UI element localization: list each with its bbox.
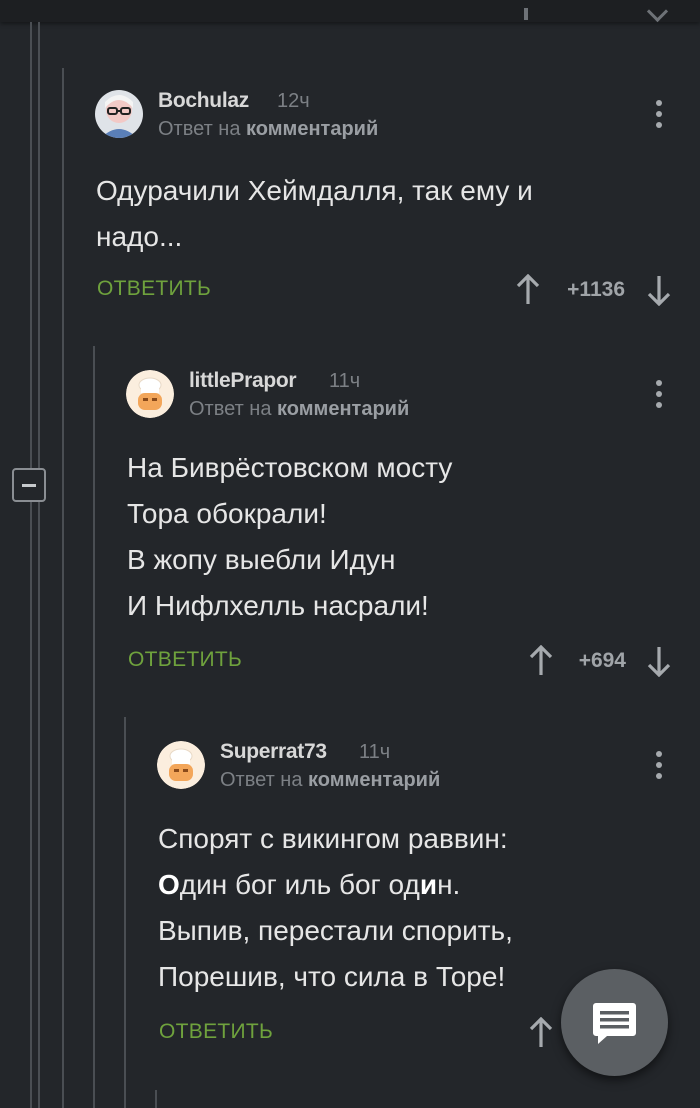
reply-target-link[interactable]: комментарий: [277, 398, 409, 420]
comment-line: Одурачили Хеймдалля, так ему и: [96, 175, 533, 206]
default-cook-avatar-icon: [126, 370, 174, 418]
comment-line: надо...: [96, 221, 183, 252]
downvote-arrow-icon[interactable]: [646, 274, 672, 306]
reply-to-line: Ответ на комментарий: [158, 118, 378, 141]
comment-line: Порешив, что сила в Торе!: [158, 961, 506, 992]
thread-line: [38, 22, 40, 468]
comment-line: В жопу выебли Идун: [127, 544, 396, 575]
comment-score: +1136: [567, 278, 625, 301]
more-options-icon[interactable]: [656, 751, 662, 784]
previous-comment-footer: [0, 0, 700, 23]
comment-body: Одурачили Хеймдалля, так ему и надо...: [96, 168, 533, 260]
reply-target-link[interactable]: комментарий: [308, 769, 440, 791]
comment-line: На Биврёстовском мосту: [127, 452, 453, 483]
comment-line: Спорят с викингом раввин:: [158, 823, 508, 854]
thread-line: [155, 1090, 157, 1108]
comment-body: На Биврёстовском мосту Тора обокрали! В …: [127, 445, 452, 629]
downvote-arrow-icon[interactable]: [646, 645, 672, 677]
comment-time: 11ч: [359, 741, 391, 763]
comment: littlePrapor 11ч Ответ на комментарий На…: [126, 369, 676, 680]
reply-button[interactable]: ОТВЕТИТЬ: [159, 1020, 273, 1044]
reply-prefix: Ответ на: [158, 118, 241, 140]
avatar[interactable]: [157, 741, 205, 789]
upvote-arrow-icon[interactable]: [528, 645, 554, 677]
thread-line: [30, 502, 32, 1108]
write-comment-button[interactable]: [561, 969, 668, 1076]
downvote-icon-partial[interactable]: [646, 0, 669, 23]
user-photo-avatar-icon: [95, 90, 143, 138]
upvote-icon-partial[interactable]: [524, 8, 528, 20]
default-cook-avatar-icon: [157, 741, 205, 789]
comment-time: 12ч: [277, 90, 310, 112]
thread-line: [38, 502, 40, 1108]
reply-button[interactable]: ОТВЕТИТЬ: [128, 648, 242, 672]
comment-author[interactable]: littlePrapor: [189, 369, 297, 393]
reply-to-line: Ответ на комментарий: [220, 769, 440, 792]
upvote-arrow-icon[interactable]: [515, 274, 541, 306]
comment-icon: [593, 1003, 636, 1044]
reply-target-link[interactable]: комментарий: [246, 118, 378, 140]
avatar[interactable]: [126, 370, 174, 418]
comment-author[interactable]: Superrat73: [220, 740, 327, 764]
more-options-icon[interactable]: [656, 100, 662, 133]
avatar[interactable]: [95, 90, 143, 138]
comment-author[interactable]: Bochulaz: [158, 89, 249, 113]
comment-time: 11ч: [329, 370, 361, 392]
upvote-arrow-icon[interactable]: [528, 1017, 554, 1049]
comment-score: +694: [578, 649, 626, 672]
thread-line: [62, 68, 64, 1108]
thread-line: [30, 22, 32, 468]
comment-body: Спорят с викингом раввин: Один бог иль б…: [158, 816, 513, 1000]
reply-prefix: Ответ на: [189, 398, 272, 420]
thread-line: [93, 346, 95, 1108]
thread-line: [124, 717, 126, 1108]
comment-line: И Нифлхелль насрали!: [127, 590, 429, 621]
reply-to-line: Ответ на комментарий: [189, 398, 409, 421]
more-options-icon[interactable]: [656, 380, 662, 413]
reply-prefix: Ответ на: [220, 769, 303, 791]
collapse-thread-button[interactable]: [12, 468, 46, 502]
comment-line: Тора обокрали!: [127, 498, 327, 529]
comment-line: Выпив, перестали спорить,: [158, 915, 513, 946]
comment-line-emphasis: Один бог иль бог один.: [158, 869, 461, 900]
reply-button[interactable]: ОТВЕТИТЬ: [97, 277, 211, 301]
comment: Bochulaz 12ч Ответ на комментарий Одурач…: [95, 89, 675, 310]
